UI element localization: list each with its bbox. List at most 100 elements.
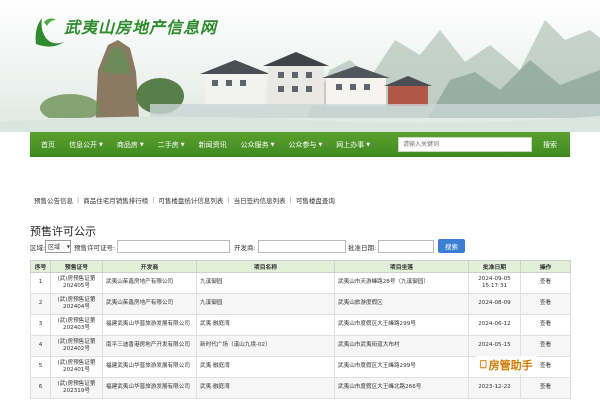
chevron-down-icon: ▼ (270, 141, 275, 148)
cell-permit: (武)房预售证第202402号 (50, 335, 103, 357)
table-row: 4 (武)房预售证第202402号 南平三迪香港房地产开发有限公司 新时代广场（… (30, 335, 571, 357)
search-button[interactable]: 搜索 (438, 239, 465, 253)
table-row: 2 (武)房预售证第202404号 武夷山茱鑫房地产有限公司 九溪御园 武夷山旅… (30, 293, 571, 315)
nav-item-second-hand[interactable]: 二手房 ▼ (151, 132, 192, 157)
column-header-date: 批准日期 (468, 260, 521, 273)
nav-label: 二手房 (157, 140, 179, 149)
cell-project: 九溪御园 (196, 293, 335, 315)
subnav-available-stats[interactable]: 可售楼盘统计信息列表 (154, 195, 227, 205)
logo-icon (35, 18, 64, 47)
subnav-available-query[interactable]: 可售楼盘查询 (292, 195, 339, 205)
cell-permit: (武)房预售证第202319号 (50, 377, 103, 399)
view-link[interactable]: 查看 (520, 293, 571, 315)
header-banner: 武夷山房地产信息网 (0, 0, 600, 132)
cell-date: 2024-05-15 (468, 335, 521, 357)
cell-permit: (武)房预售证第202401号 (50, 356, 103, 378)
column-header-index: 序号 (30, 260, 51, 273)
view-link[interactable]: 查看 (520, 314, 571, 336)
approval-date-input[interactable] (378, 240, 434, 253)
district-label: 区域: (30, 244, 46, 252)
nav-label: 网上办事 (336, 140, 365, 149)
watermark-icon: ⎕ (480, 358, 487, 371)
nav-label: 公众服务 (240, 140, 269, 149)
cell-project: 武夷·融庭湾 (196, 377, 335, 399)
nav-search-button[interactable]: 搜索 (534, 136, 566, 153)
cell-project: 新时代广场（溪山九境-02） (196, 335, 335, 357)
column-header-location: 项目坐落 (334, 260, 469, 273)
nav-label: 首页 (41, 140, 55, 149)
site-logo-text[interactable]: 武夷山房地产信息网 (64, 14, 217, 38)
column-header-developer: 开发商 (102, 260, 197, 273)
search-input[interactable] (398, 137, 532, 152)
cell-developer: 福建武夷山华晋旅游发展有限公司 (102, 356, 197, 378)
cell-date: 2024-06-12 (468, 314, 521, 336)
cell-location: 武夷山市度假区大王峰路299号 (334, 356, 469, 378)
district-select-value: 区域 (48, 244, 61, 251)
chevron-down-icon: ▼ (139, 141, 144, 148)
cell-location: 武夷山市度假区大王峰路299号 (334, 314, 469, 336)
cell-date: 2023-12-22 (468, 377, 521, 399)
column-header-permit: 预售证号 (50, 260, 103, 273)
nav-label: 信息公开 (69, 140, 97, 149)
approval-date-label: 批准日期: (348, 244, 377, 252)
cell-location: 武夷山市度假区大王峰北路266号 (334, 377, 469, 399)
cell-permit: (武)房预售证第202403号 (50, 314, 103, 336)
table-header-row: 序号 预售证号 开发商 项目名称 项目坐落 批准日期 操作 (30, 260, 571, 273)
column-header-action: 操作 (520, 260, 571, 273)
cell-location: 武夷山市武夷街道大布村 (334, 335, 469, 357)
cell-project: 九溪御园 (196, 272, 335, 294)
nav-item-public-participation[interactable]: 公众参与 ▼ (281, 132, 329, 157)
cell-date: 2024-08-09 (468, 293, 521, 315)
cell-index: 4 (30, 335, 51, 357)
chevron-down-icon: ▼ (318, 141, 323, 148)
watermark-text: 房管助手 (488, 359, 533, 372)
subnav-presale-notice[interactable]: 预售公告信息 (30, 195, 77, 205)
cell-developer: 武夷山茱鑫房地产有限公司 (102, 293, 197, 315)
developer-input[interactable] (258, 240, 346, 253)
cell-developer: 福建武夷山华晋旅游发展有限公司 (102, 377, 197, 399)
permit-number-input[interactable] (117, 240, 230, 253)
cell-location: 武夷山市天游峰路28号（九溪御园） (334, 272, 469, 294)
page-title: 预售许可公示 (30, 225, 96, 238)
nav-item-public-service[interactable]: 公众服务 ▼ (234, 132, 282, 157)
sub-nav: 预售公告信息 | 商品住宅月销售排行榜 | 可售楼盘统计信息列表 | 当日签约信… (30, 192, 570, 208)
cell-index: 5 (30, 356, 51, 378)
nav-label: 商品房 (116, 140, 138, 149)
district-select[interactable]: 区域 ▼ (45, 240, 71, 253)
cell-permit: (武)房预售证第202405号 (50, 272, 103, 294)
cell-index: 2 (30, 293, 51, 315)
cell-project: 武夷·融庭湾 (196, 356, 335, 378)
view-link[interactable]: 查看 (520, 377, 571, 399)
chevron-down-icon: ▼ (66, 244, 70, 249)
nav-label: 公众参与 (288, 140, 317, 149)
cell-project: 武夷·融庭湾 (196, 314, 335, 336)
cell-index: 6 (30, 377, 51, 399)
chevron-down-icon: ▼ (180, 141, 185, 148)
column-header-project: 项目名称 (196, 260, 335, 273)
cell-index: 3 (30, 314, 51, 336)
filter-bar: 区域: 区域 ▼ 预售许可证号: 开发商: 批准日期: 搜索 (30, 239, 570, 254)
permit-table: 序号 预售证号 开发商 项目名称 项目坐落 批准日期 操作 1 (武)房预售证第… (30, 260, 571, 399)
cell-index: 1 (30, 272, 51, 294)
nav-item-online-services[interactable]: 网上办事 ▼ (329, 132, 377, 157)
table-row: 1 (武)房预售证第202405号 武夷山茱鑫房地产有限公司 九溪御园 武夷山市… (30, 272, 571, 294)
view-link[interactable]: 查看 (520, 335, 571, 357)
cell-location: 武夷山旅游度假区 (334, 293, 469, 315)
table-row: 6 (武)房预售证第202319号 福建武夷山华晋旅游发展有限公司 武夷·融庭湾… (30, 377, 571, 399)
nav-label: 新闻资讯 (198, 140, 227, 149)
permit-number-label: 预售许可证号: (74, 244, 116, 252)
chevron-down-icon: ▼ (366, 141, 371, 148)
subnav-daily-contracts[interactable]: 当日签约信息列表 (230, 195, 290, 205)
subnav-monthly-ranking[interactable]: 商品住宅月销售排行榜 (79, 195, 152, 205)
nav-item-home[interactable]: 首页 (34, 132, 62, 157)
view-link[interactable]: 查看 (520, 272, 571, 294)
chevron-down-icon: ▼ (99, 141, 103, 148)
developer-label: 开发商: (234, 244, 256, 252)
nav-item-news[interactable]: 新闻资讯 (192, 132, 234, 157)
nav-item-new-housing[interactable]: 商品房 ▼ (110, 132, 151, 157)
cell-developer: 福建武夷山华晋旅游发展有限公司 (102, 314, 197, 336)
main-nav: 首页 信息公开 ▼ 商品房 ▼ 二手房 ▼ 新闻资讯 公众服务 ▼ 公众参与 ▼ 网上办事… (30, 132, 570, 157)
table-row: 3 (武)房预售证第202403号 福建武夷山华晋旅游发展有限公司 武夷·融庭湾… (30, 314, 571, 336)
watermark-badge: ⎕ 房管助手 (476, 356, 537, 374)
nav-item-info-disclosure[interactable]: 信息公开 ▼ (62, 132, 110, 157)
